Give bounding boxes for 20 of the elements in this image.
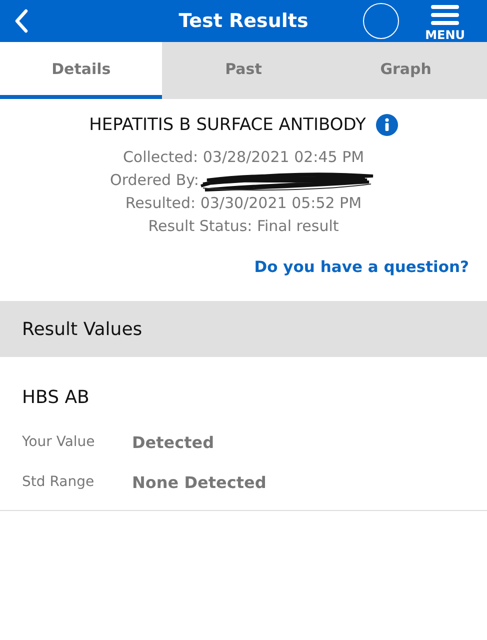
- result-label: Std Range: [22, 474, 96, 490]
- detail-text: Result Status: Final result: [148, 216, 339, 237]
- section-title: Result Values: [22, 318, 142, 340]
- tab[interactable]: Graph: [324, 42, 487, 99]
- result-label: Your Value: [22, 434, 96, 450]
- screen-title: Test Results: [178, 10, 310, 32]
- test-name: HEPATITIS B SURFACE ANTIBODY: [89, 115, 366, 135]
- result-name: HBS AB: [22, 387, 90, 408]
- circle-icon[interactable]: [363, 3, 400, 39]
- back-icon[interactable]: [14, 9, 28, 33]
- question-link[interactable]: Do you have a question?: [254, 258, 469, 292]
- tab[interactable]: Past: [162, 42, 325, 99]
- info-icon[interactable]: [376, 114, 398, 136]
- result-value: Detected: [132, 432, 214, 452]
- detail-text: Ordered By:: [110, 170, 199, 191]
- result-value: None Detected: [132, 472, 266, 492]
- detail-text: Collected: 03/28/2021 02:45 PM: [122, 147, 364, 168]
- detail-text: Resulted: 03/30/2021 05:52 PM: [125, 193, 362, 214]
- menu-button[interactable]: MENU: [425, 0, 465, 42]
- menu-icon: [431, 4, 460, 24]
